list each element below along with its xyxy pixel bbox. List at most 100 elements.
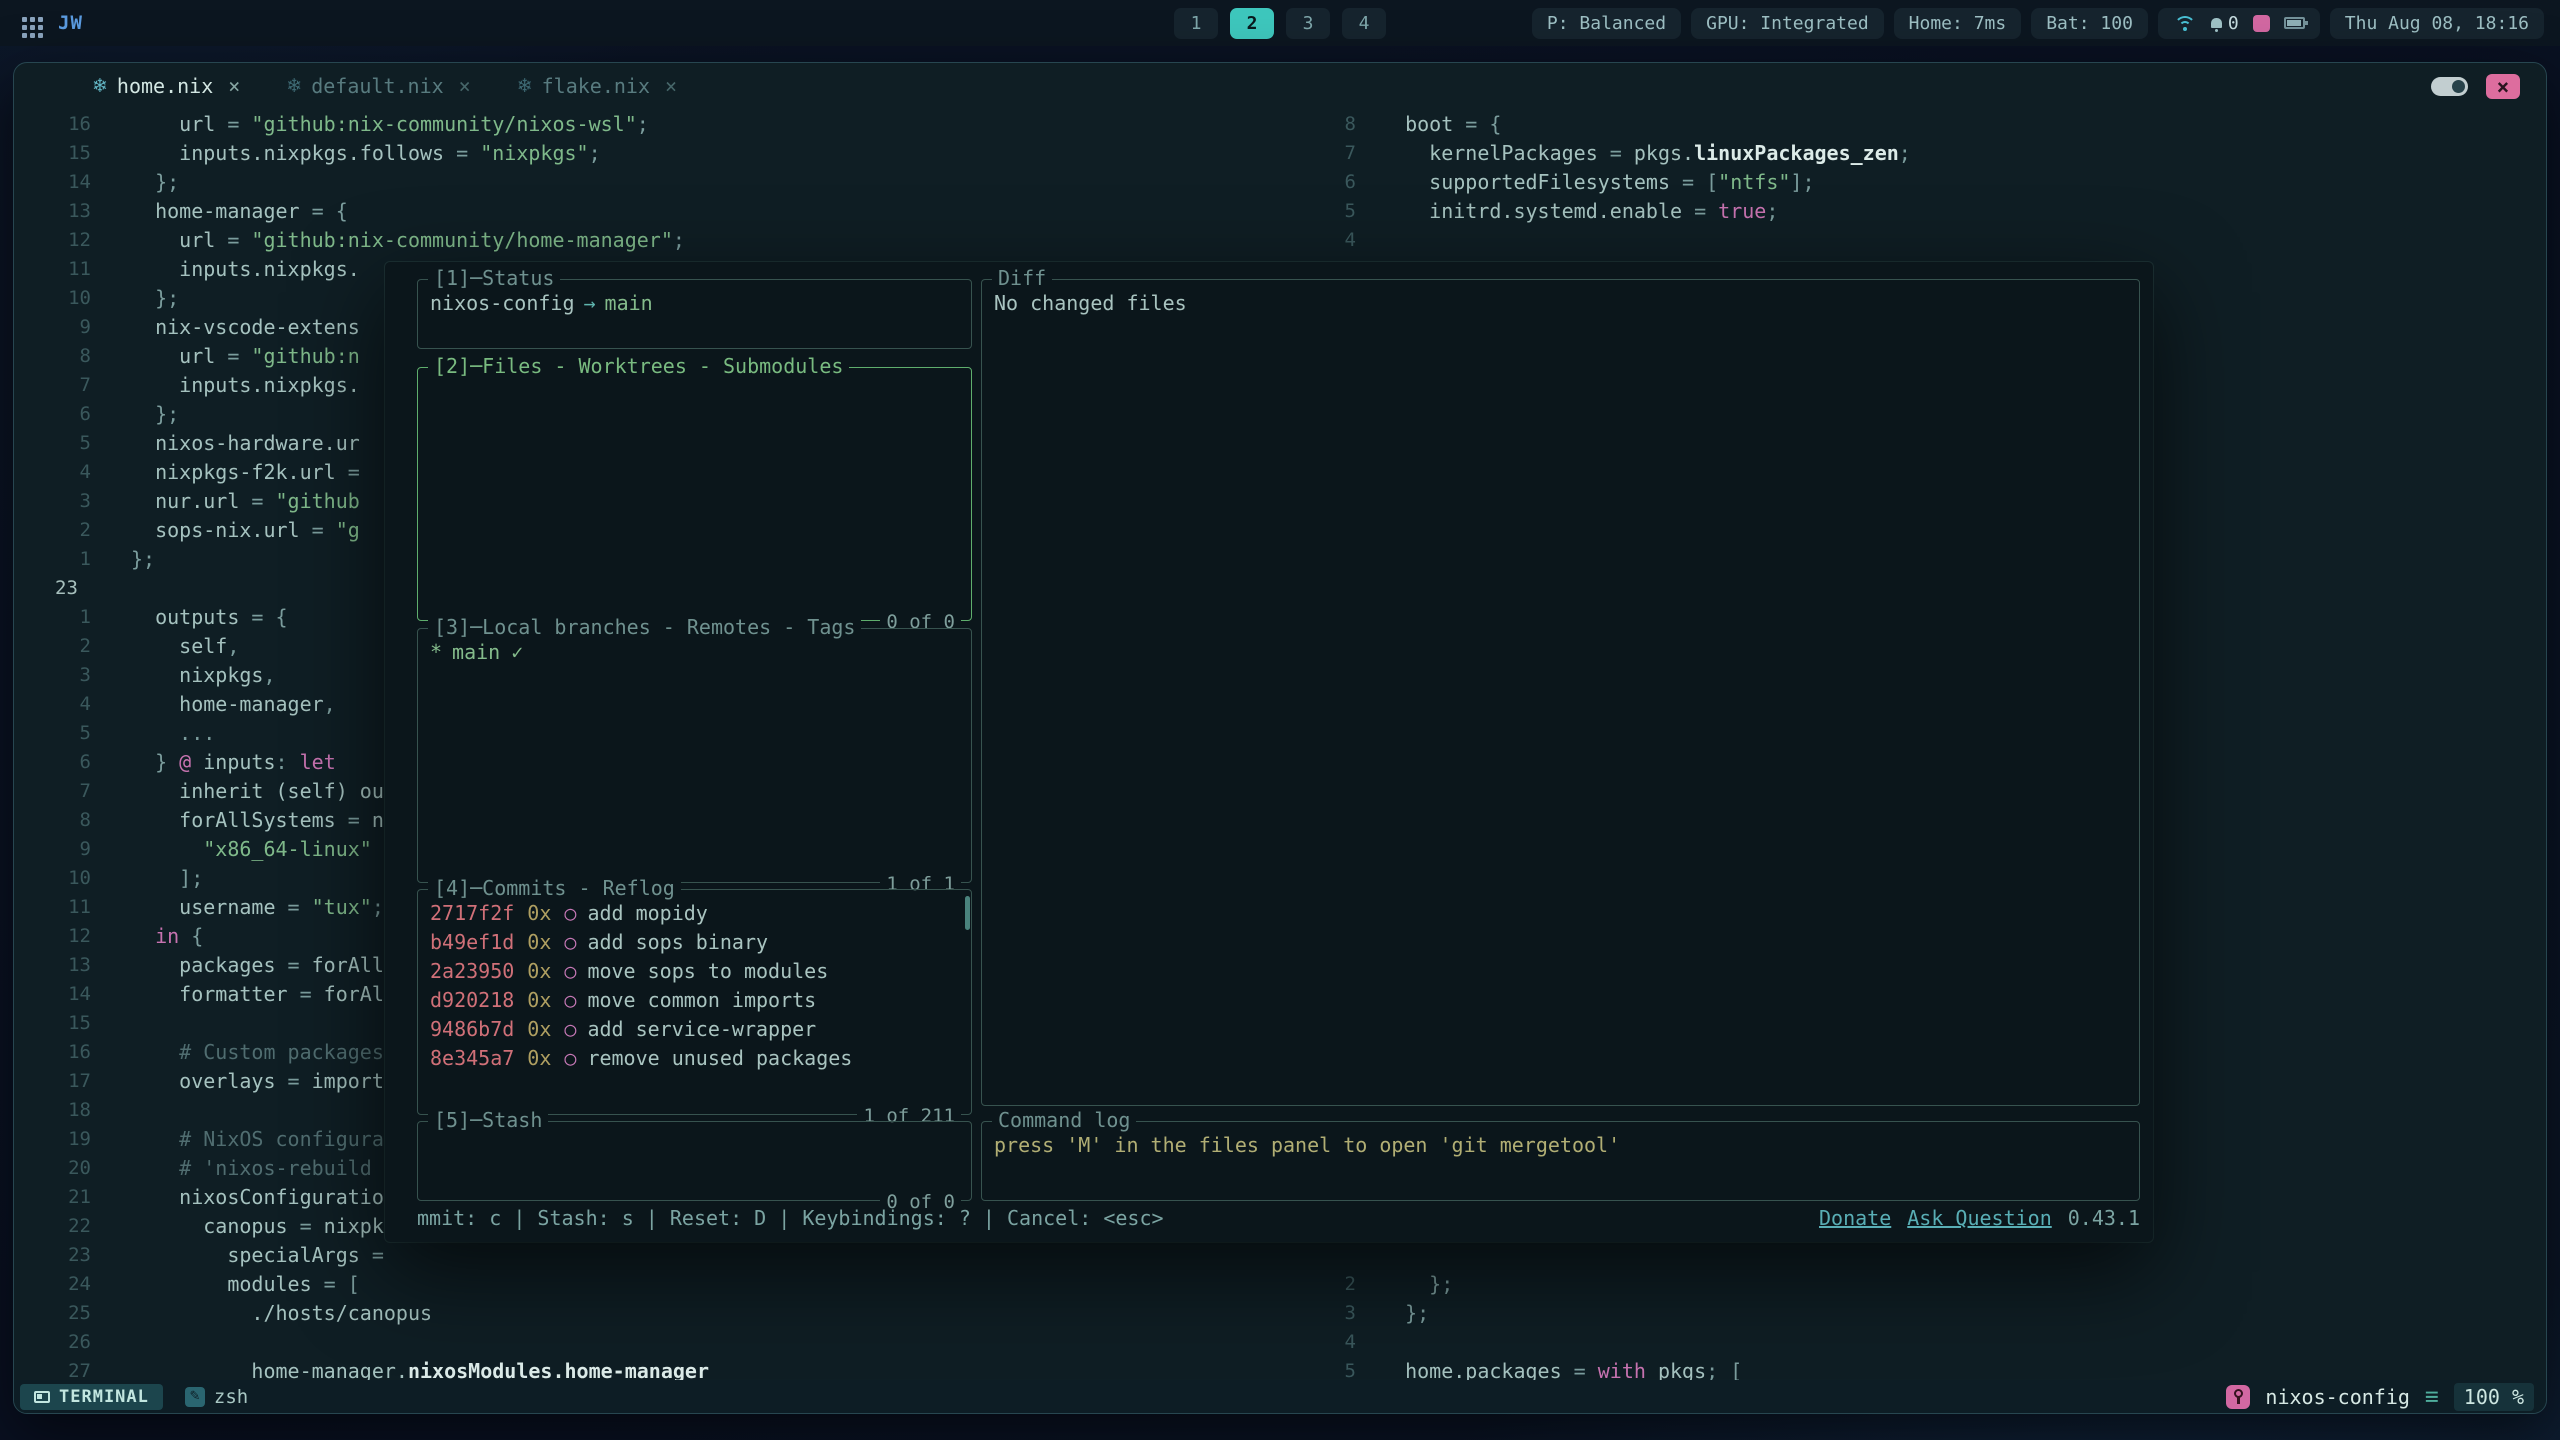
tab-home-nix[interactable]: ❄ home.nix × xyxy=(76,63,256,109)
ask-question-link[interactable]: Ask Question xyxy=(1907,1206,2052,1230)
code-line: 25 ./hosts/canopus xyxy=(14,1298,1315,1327)
panel-status[interactable]: [1]─Status nixos-config→main xyxy=(417,279,972,349)
code-line: 5 home.packages = with pkgs; [ xyxy=(1315,1356,2546,1380)
panel-files-title: [2]─Files - Worktrees - Submodules xyxy=(428,354,849,378)
tab-bar: ❄ home.nix × ❄ default.nix × ❄ flake.nix… xyxy=(14,63,2546,109)
clock: Thu Aug 08, 18:16 xyxy=(2330,8,2544,39)
desktop: JW 1 2 3 4 P: Balanced GPU: Integrated H… xyxy=(0,0,2560,1440)
panel-diff-title: Diff xyxy=(992,266,1052,290)
tab-label: default.nix xyxy=(311,74,443,98)
workspace-2[interactable]: 2 xyxy=(1230,8,1274,39)
window-close-button[interactable]: × xyxy=(2486,74,2520,99)
panel-files[interactable]: [2]─Files - Worktrees - Submodules 0 of … xyxy=(417,367,972,621)
branch-name: main xyxy=(605,291,653,315)
tab-label: flake.nix xyxy=(542,74,650,98)
accent-chip-icon[interactable] xyxy=(2253,15,2270,32)
code-line: 4 xyxy=(1315,225,2546,254)
tab-flake-nix[interactable]: ❄ flake.nix × xyxy=(501,63,693,109)
shell-icon: ✎ xyxy=(185,1387,205,1407)
menu-lines-icon: ≡ xyxy=(2425,1384,2439,1410)
commit-row[interactable]: b49ef1d0x○add sops binary xyxy=(430,928,959,957)
panel-diff[interactable]: Diff No changed files xyxy=(981,279,2140,1106)
apps-grid-icon[interactable] xyxy=(16,11,40,35)
code-line: 24 modules = [ xyxy=(14,1269,1315,1298)
tab-default-nix[interactable]: ❄ default.nix × xyxy=(270,63,486,109)
code-line: 7 kernelPackages = pkgs.linuxPackages_ze… xyxy=(1315,138,2546,167)
commit-row[interactable]: 2717f2f0x○add mopidy xyxy=(430,899,959,928)
workspace-1[interactable]: 1 xyxy=(1174,8,1218,39)
code-line: 13 home-manager = { xyxy=(14,196,1315,225)
commits-list: 2717f2f0x○add mopidyb49ef1d0x○add sops b… xyxy=(418,890,971,1082)
diff-content: No changed files xyxy=(982,280,2139,327)
logo-badge[interactable]: JW xyxy=(58,12,83,34)
code-line: 8 boot = { xyxy=(1315,109,2546,138)
tab-label: home.nix xyxy=(117,74,213,98)
workspace-4[interactable]: 4 xyxy=(1342,8,1386,39)
donate-link[interactable]: Donate xyxy=(1819,1206,1891,1230)
workspace-3[interactable]: 3 xyxy=(1286,8,1330,39)
tab-close-icon[interactable]: × xyxy=(665,74,677,98)
code-line: 2 }; xyxy=(1315,1269,2546,1298)
terminal-window: ❄ home.nix × ❄ default.nix × ❄ flake.nix… xyxy=(13,62,2547,1414)
editor-area: 16 url = "github:nix-community/nixos-wsl… xyxy=(14,109,2546,1380)
system-tray: 0 xyxy=(2158,8,2320,39)
code-line: 14 }; xyxy=(14,167,1315,196)
panel-commits-title: [4]─Commits - Reflog xyxy=(428,876,681,900)
tab-close-icon[interactable]: × xyxy=(228,74,240,98)
branch-name: main xyxy=(452,640,500,664)
ping-status: Home: 7ms xyxy=(1894,8,2022,39)
battery-status: Bat: 100 xyxy=(2031,8,2148,39)
arrow-icon: → xyxy=(584,291,596,315)
bell-icon xyxy=(2211,18,2222,28)
terminal-icon xyxy=(34,1391,50,1403)
panel-commits[interactable]: [4]─Commits - Reflog 2717f2f0x○add mopid… xyxy=(417,889,972,1115)
power-profile-status: P: Balanced xyxy=(1532,8,1681,39)
lazygit-popup: [1]─Status nixos-config → main [2]─Files -… xyxy=(385,262,2153,1242)
panel-branches[interactable]: [3]─Local branches - Remotes - Tags *mai… xyxy=(417,628,972,883)
repo-name: nixos-config xyxy=(2265,1385,2410,1409)
code-line: 3 }; xyxy=(1315,1298,2546,1327)
panel-command-log[interactable]: Command log press 'M' in the files panel… xyxy=(981,1121,2140,1201)
notifications-indicator[interactable]: 0 xyxy=(2211,13,2239,34)
check-icon: ✓ xyxy=(511,640,523,664)
terminal-badge[interactable]: TERMINAL xyxy=(20,1384,163,1410)
battery-icon xyxy=(2284,17,2305,29)
git-icon xyxy=(2226,1385,2250,1409)
code-line: 23 specialArgs = xyxy=(14,1240,1315,1269)
nix-snowflake-icon: ❄ xyxy=(286,75,302,97)
window-toggle[interactable] xyxy=(2431,77,2468,96)
code-line: 15 inputs.nixpkgs.follows = "nixpkgs"; xyxy=(14,138,1315,167)
notification-count: 0 xyxy=(2228,13,2239,34)
code-line: 5 initrd.systemd.enable = true; xyxy=(1315,196,2546,225)
panel-command-log-title: Command log xyxy=(992,1108,1136,1132)
code-line: 26 xyxy=(14,1327,1315,1356)
code-line: 6 supportedFilesystems = ["ntfs"]; xyxy=(1315,167,2546,196)
shell-indicator: ✎ zsh xyxy=(185,1386,248,1408)
terminal-badge-label: TERMINAL xyxy=(59,1387,149,1407)
commit-row[interactable]: d9202180x○move common imports xyxy=(430,986,959,1015)
code-line: 27 home-manager.nixosModules.home-manage… xyxy=(14,1356,1315,1380)
commit-row[interactable]: 8e345a70x○remove unused packages xyxy=(430,1044,959,1073)
panel-status-title: [1]─Status xyxy=(428,266,560,290)
repo-name: nixos-config xyxy=(430,291,575,315)
lazygit-bottom-bar: mmit: c | Stash: s | Reset: D | Keybindi… xyxy=(417,1206,2140,1230)
shell-name: zsh xyxy=(214,1386,248,1408)
current-branch-marker: * xyxy=(430,640,442,664)
panel-branches-title: [3]─Local branches - Remotes - Tags xyxy=(428,615,861,639)
code-line: 12 url = "github:nix-community/home-mana… xyxy=(14,225,1315,254)
workspace-switcher: 1 2 3 4 xyxy=(1174,0,1386,46)
panel-stash-title: [5]─Stash xyxy=(428,1108,548,1132)
gpu-status: GPU: Integrated xyxy=(1691,8,1884,39)
panel-stash[interactable]: [5]─Stash 0 of 0 xyxy=(417,1121,972,1201)
topbar: JW 1 2 3 4 P: Balanced GPU: Integrated H… xyxy=(0,0,2560,46)
code-line: 16 url = "github:nix-community/nixos-wsl… xyxy=(14,109,1315,138)
code-line: 4 xyxy=(1315,1327,2546,1356)
command-log-content: press 'M' in the files panel to open 'gi… xyxy=(982,1122,2139,1169)
commits-scrollbar[interactable] xyxy=(965,896,970,930)
statusbar: TERMINAL ✎ zsh nixos-config ≡ 100 % xyxy=(14,1380,2546,1413)
commit-row[interactable]: 2a239500x○move sops to modules xyxy=(430,957,959,986)
wifi-icon[interactable] xyxy=(2173,15,2197,31)
commit-row[interactable]: 9486b7d0x○add service-wrapper xyxy=(430,1015,959,1044)
nix-snowflake-icon: ❄ xyxy=(517,75,533,97)
tab-close-icon[interactable]: × xyxy=(459,74,471,98)
